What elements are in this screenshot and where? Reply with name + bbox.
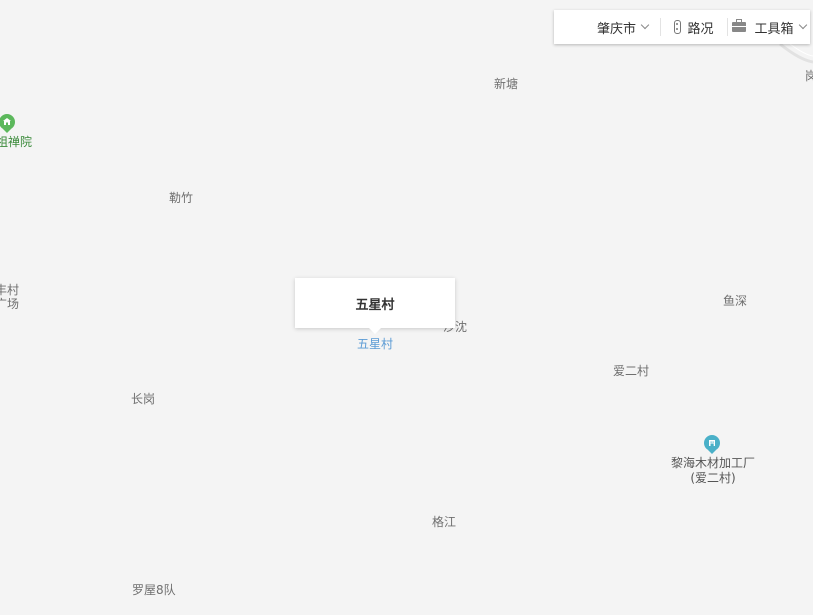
city-label: 肇庆市 xyxy=(596,21,636,37)
info-popup[interactable]: 五星村 xyxy=(295,278,455,334)
poi-label-factory-line2: (爱二村) xyxy=(690,471,736,485)
place-label-luowu[interactable]: 罗屋8队 xyxy=(132,583,176,598)
traffic-label: 路况 xyxy=(687,21,714,37)
poi-label-temple[interactable]: 祖禅院 xyxy=(0,135,32,150)
place-label-changgang[interactable]: 长岗 xyxy=(131,392,155,407)
map-toolbar: 肇庆市 路况 工具箱 xyxy=(554,10,810,44)
place-label-cut-square[interactable]: 广场 xyxy=(0,297,19,312)
place-label-cut-village[interactable]: 丰村 xyxy=(0,283,19,298)
factory-icon[interactable] xyxy=(704,435,720,451)
traffic-button[interactable]: 路况 xyxy=(661,10,727,44)
temple-icon[interactable] xyxy=(0,114,15,130)
info-popup-arrow xyxy=(369,328,381,334)
toolbox-icon xyxy=(732,19,747,32)
place-label-lezhu[interactable]: 勒竹 xyxy=(169,191,193,206)
factory-pin-tail xyxy=(708,450,716,454)
chevron-down-icon xyxy=(798,20,807,30)
toolbox-button[interactable]: 工具箱 xyxy=(728,10,810,44)
poi-label-factory[interactable]: 黎海木材加工厂 (爱二村) xyxy=(668,456,758,486)
map-canvas[interactable]: 新塘 勒竹 沙沈 鱼深 爱二村 长岗 格江 罗屋8队 丰村 广场 岗 祖禅院 黎… xyxy=(0,0,813,615)
place-label-aiercun[interactable]: 爱二村 xyxy=(613,364,649,379)
place-label-cut-right[interactable]: 岗 xyxy=(805,69,813,84)
info-popup-title: 五星村 xyxy=(355,297,395,313)
chevron-down-icon xyxy=(640,20,650,30)
city-selector[interactable]: 肇庆市 xyxy=(554,10,650,44)
selected-place-label[interactable]: 五星村 xyxy=(357,337,393,352)
poi-label-factory-line1: 黎海木材加工厂 xyxy=(670,456,755,470)
place-label-gejiang[interactable]: 格江 xyxy=(432,515,456,530)
traffic-light-icon xyxy=(674,20,682,34)
toolbox-label: 工具箱 xyxy=(754,21,794,37)
place-label-xintang[interactable]: 新塘 xyxy=(494,77,518,92)
temple-pin-tail xyxy=(3,129,11,133)
place-label-yushen[interactable]: 鱼深 xyxy=(723,294,747,309)
